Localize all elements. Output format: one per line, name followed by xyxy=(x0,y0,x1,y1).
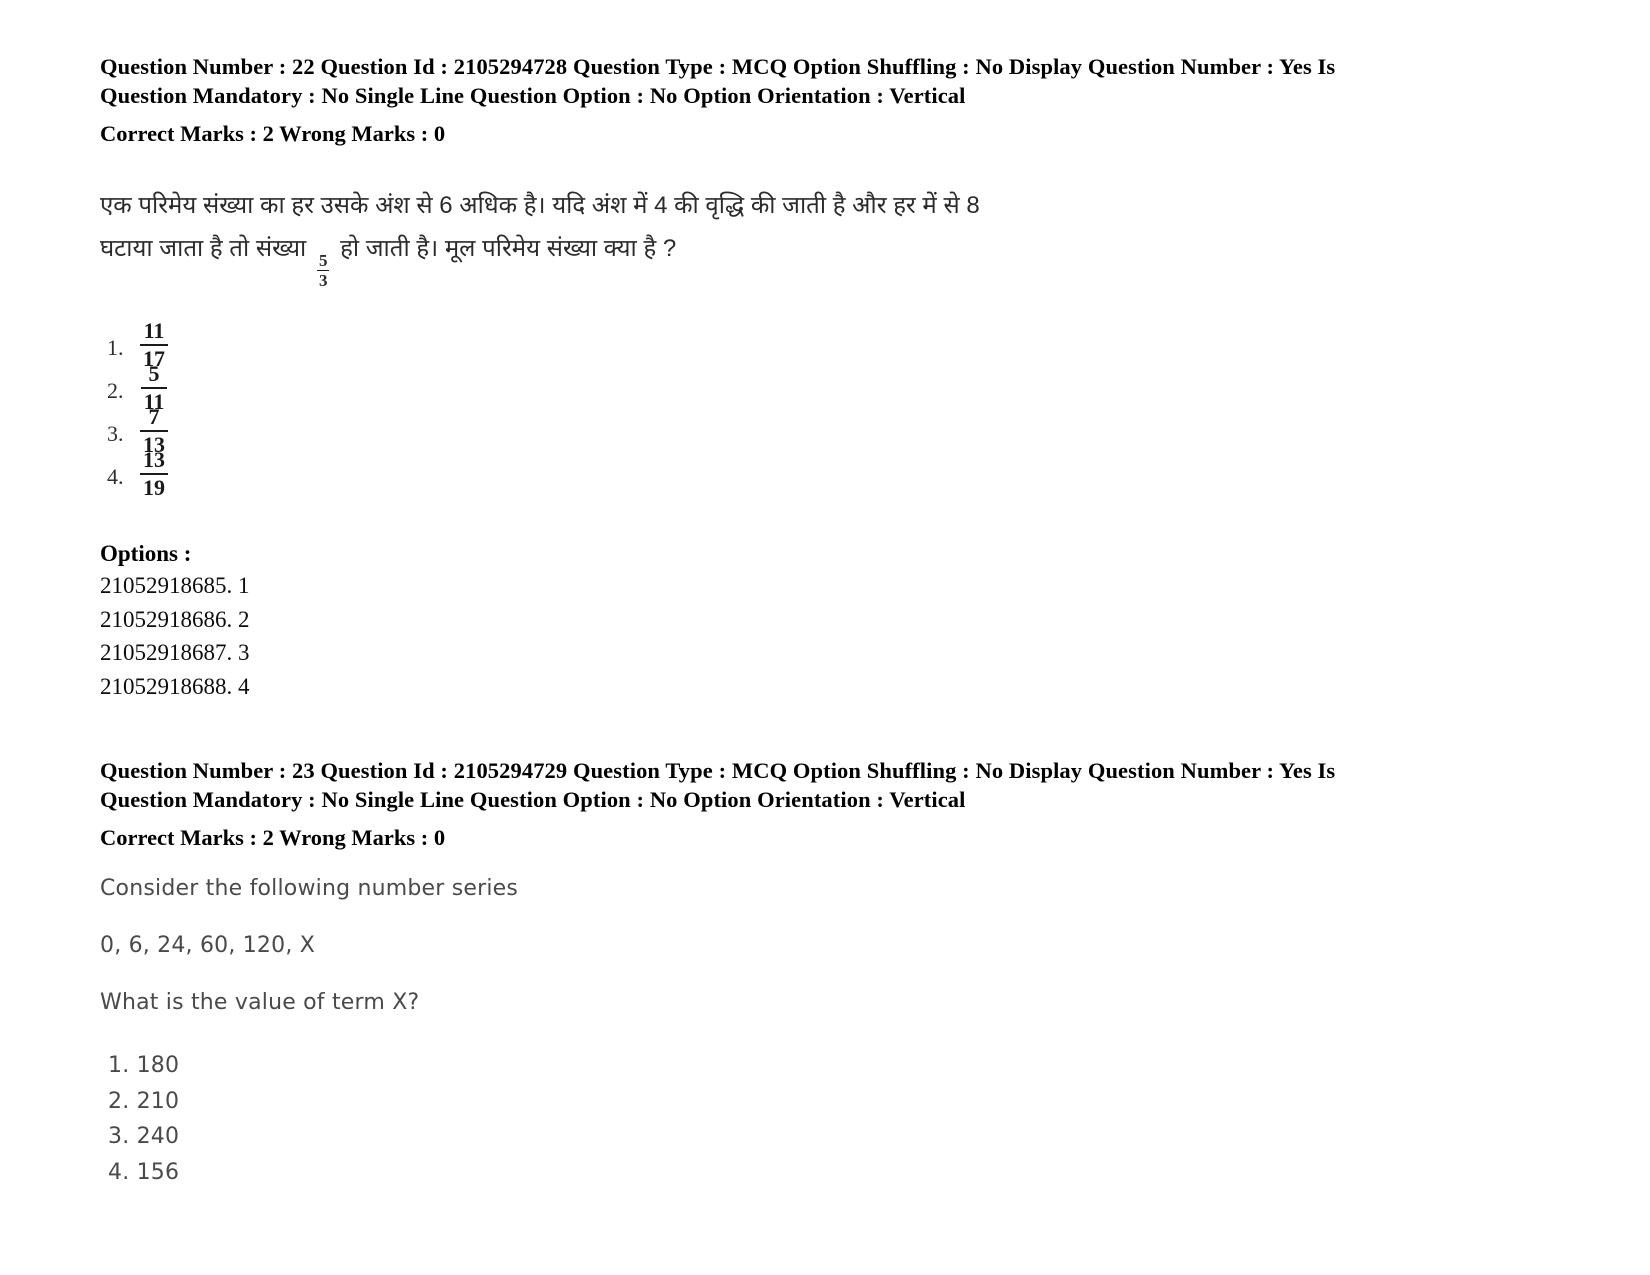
option-id-row: 21052918687. 3 xyxy=(100,640,250,666)
inline-fraction-denominator: 3 xyxy=(316,270,330,291)
answer-option-numerator: 5 xyxy=(148,360,160,386)
answer-option-1[interactable]: 1. 11 17 xyxy=(107,317,1430,369)
answer-option-index: 3. xyxy=(107,420,124,446)
option-id-row: 21052918686. 2 xyxy=(100,606,250,632)
question-meta-line-2: Question Mandatory : No Single Line Ques… xyxy=(100,83,966,108)
options-label-22: Options : xyxy=(100,541,192,567)
question-meta-line-2: Question Mandatory : No Single Line Ques… xyxy=(100,787,966,813)
document-page: Question Number : 22 Question Id : 21052… xyxy=(0,0,1650,1275)
question-marks-23: Correct Marks : 2 Wrong Marks : 0 xyxy=(100,825,446,851)
option-id-list-22: 21052918685. 1 21052918686. 2 2105291868… xyxy=(100,569,1430,703)
question-body-line-3-23: What is the value of term X? xyxy=(100,990,420,1016)
question-meta-23: Question Number : 23 Question Id : 21052… xyxy=(100,756,1430,814)
answer-option-denominator: 19 xyxy=(140,472,168,499)
question-body-22: एक परिमेय संख्या का हर उसके अंश से 6 अधि… xyxy=(100,184,1430,289)
answer-option-4[interactable]: 4. 156 xyxy=(108,1155,1430,1191)
answer-option-index: 2. xyxy=(107,377,124,403)
answer-options-22: 1. 11 17 2. 5 11 3. 7 13 4. 13 19 xyxy=(107,317,1430,498)
option-id-row: 21052918688. 4 xyxy=(100,673,250,699)
question-block-22: Question Number : 22 Question Id : 21052… xyxy=(100,52,1430,703)
page-content: Question Number : 22 Question Id : 21052… xyxy=(100,52,1430,1190)
answer-option-index: 4. xyxy=(107,463,124,489)
question-body-line-2: घटाया जाता है तो संख्या 5 3 हो जाती है। … xyxy=(100,227,1430,289)
answer-option-numerator: 7 xyxy=(148,403,160,429)
question-body-line-2-text-b: हो जाती है। मूल परिमेय संख्या क्या है ? xyxy=(340,235,677,262)
answer-option-numerator: 13 xyxy=(143,446,165,472)
answer-option-1[interactable]: 1. 180 xyxy=(108,1048,1430,1084)
question-body-line-2-23: 0, 6, 24, 60, 120, X xyxy=(100,933,315,959)
question-meta-line-1: Question Number : 22 Question Id : 21052… xyxy=(100,54,1336,79)
answer-options-23: 1. 180 2. 210 3. 240 4. 156 xyxy=(108,1048,1430,1190)
question-block-23: Question Number : 23 Question Id : 21052… xyxy=(100,756,1430,1190)
answer-option-4[interactable]: 4. 13 19 xyxy=(107,448,1430,498)
question-body-line-1: एक परिमेय संख्या का हर उसके अंश से 6 अधि… xyxy=(100,192,980,219)
answer-option-numerator: 11 xyxy=(143,317,165,343)
answer-option-2[interactable]: 2. 5 11 xyxy=(107,360,1430,412)
inline-fraction-numerator: 5 xyxy=(318,251,328,271)
option-id-row: 21052918685. 1 xyxy=(100,573,250,599)
question-meta-line-1: Question Number : 23 Question Id : 21052… xyxy=(100,758,1336,784)
answer-option-index: 1. xyxy=(107,334,124,360)
question-meta-22: Question Number : 22 Question Id : 21052… xyxy=(100,52,1430,110)
question-marks-22: Correct Marks : 2 Wrong Marks : 0 xyxy=(100,121,446,146)
answer-option-3[interactable]: 3. 7 13 xyxy=(107,403,1430,455)
question-body-line-2-text-a: घटाया जाता है तो संख्या xyxy=(100,235,307,262)
answer-option-2[interactable]: 2. 210 xyxy=(108,1084,1430,1120)
inline-fraction-5-3: 5 3 xyxy=(316,251,330,291)
answer-option-fraction: 13 19 xyxy=(133,446,175,499)
answer-option-3[interactable]: 3. 240 xyxy=(108,1119,1430,1155)
question-body-line-1-23: Consider the following number series xyxy=(100,876,519,902)
